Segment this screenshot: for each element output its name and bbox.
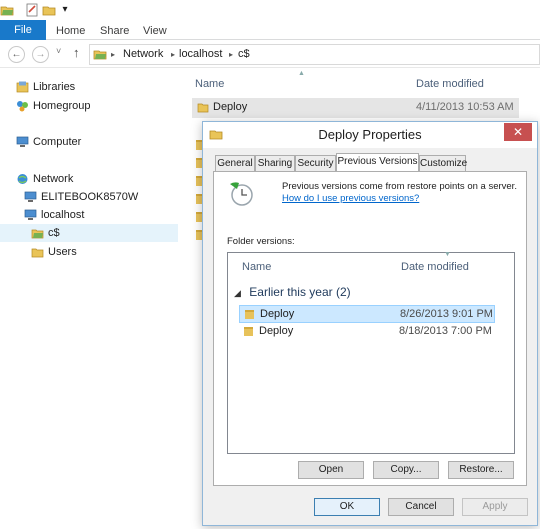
libraries-icon <box>16 81 29 93</box>
version-row[interactable]: Deploy 8/26/2013 9:01 PM <box>239 305 495 323</box>
sort-indicator-icon: ▼ <box>444 251 451 258</box>
sidebar-item-libraries[interactable]: Libraries <box>16 78 176 96</box>
tab-general[interactable]: General <box>215 155 255 171</box>
breadcrumb-separator[interactable]: ▸ <box>171 45 175 64</box>
file-name: Deploy <box>213 101 248 113</box>
sidebar-item-network[interactable]: Network <box>16 170 176 188</box>
folder-icon <box>245 310 254 319</box>
homegroup-icon <box>17 101 28 112</box>
sidebar-item-label: Network <box>33 173 74 185</box>
recent-locations-button[interactable]: ˅ <box>56 46 61 56</box>
tab-home[interactable]: Home <box>56 20 85 40</box>
previous-versions-description: Previous versions come from restore poin… <box>282 181 517 192</box>
help-link[interactable]: How do I use previous versions? <box>282 193 419 204</box>
breadcrumb-localhost[interactable]: localhost <box>179 45 222 64</box>
folder-icon <box>197 103 209 113</box>
sidebar-item-label: c$ <box>48 227 60 239</box>
app-folder-icon[interactable] <box>0 3 14 17</box>
address-bar[interactable]: ▸ Network ▸ localhost ▸ c$ <box>89 44 540 65</box>
sort-indicator-icon: ▲ <box>298 70 305 77</box>
tab-customize[interactable]: Customize <box>419 155 467 171</box>
computer-icon <box>16 136 29 147</box>
sidebar-item-homegroup[interactable]: Homegroup <box>16 97 176 115</box>
sidebar-item-label: Homegroup <box>33 100 91 112</box>
folder-icon <box>244 327 253 336</box>
navigation-pane: Libraries Homegroup Computer Network ELI… <box>0 70 180 529</box>
cancel-button[interactable]: Cancel <box>388 498 454 516</box>
dialog-titlebar[interactable]: Deploy Properties ✕ <box>203 122 537 148</box>
sidebar-item-label: Libraries <box>33 81 76 93</box>
file-date: 4/11/2013 10:53 AM <box>416 101 514 113</box>
sidebar-item-localhost[interactable]: localhost <box>24 206 176 224</box>
column-header-name[interactable]: Name <box>242 261 271 273</box>
tab-sharing[interactable]: Sharing <box>255 155 295 171</box>
sidebar-item-computer[interactable]: Computer <box>16 133 176 151</box>
ok-button[interactable]: OK <box>314 498 380 516</box>
tab-previous-versions[interactable]: Previous Versions <box>336 153 419 171</box>
version-date: 8/26/2013 9:01 PM <box>400 308 493 320</box>
sidebar-item-label: localhost <box>41 209 85 221</box>
tab-security[interactable]: Security <box>295 155 336 171</box>
group-collapse-icon[interactable]: ◢ <box>234 288 241 298</box>
breadcrumb-separator[interactable]: ▸ <box>229 45 233 64</box>
share-folder-icon <box>31 229 44 239</box>
computer-icon <box>24 191 37 202</box>
new-folder-icon[interactable] <box>42 3 56 17</box>
network-icon <box>17 174 28 184</box>
version-name: Deploy <box>260 308 295 320</box>
file-row[interactable]: Deploy 4/11/2013 10:53 AM <box>192 98 519 118</box>
sidebar-item-label: ELITEBOOK8570W <box>41 191 139 203</box>
navigation-bar: ← → ˅ ↑ ▸ Network ▸ localhost ▸ c$ <box>0 41 540 68</box>
quick-access-toolbar: ▾ <box>0 0 540 20</box>
properties-dialog: Deploy Properties ✕ General Sharing Secu… <box>202 121 538 526</box>
sidebar-item-c-share[interactable]: c$ <box>0 224 178 242</box>
open-button[interactable]: Open <box>298 461 364 479</box>
close-button[interactable]: ✕ <box>504 123 532 141</box>
group-label: Earlier this year (2) <box>249 285 351 299</box>
column-header-name[interactable]: Name <box>195 78 224 90</box>
properties-icon[interactable] <box>26 3 39 17</box>
tab-share[interactable]: Share <box>100 20 129 40</box>
forward-button[interactable]: → <box>32 46 49 63</box>
computer-icon <box>24 209 37 220</box>
previous-versions-panel: Previous versions come from restore poin… <box>213 171 527 486</box>
network-share-icon <box>93 50 107 60</box>
dialog-title: Deploy Properties <box>318 127 422 142</box>
sidebar-item-users[interactable]: Users <box>31 243 176 261</box>
version-row[interactable]: Deploy 8/18/2013 7:00 PM <box>239 323 495 341</box>
back-button[interactable]: ← <box>8 46 25 63</box>
sidebar-item-label: Users <box>48 246 77 258</box>
breadcrumb-share[interactable]: c$ <box>238 45 250 64</box>
column-header-date[interactable]: Date modified <box>401 261 469 273</box>
version-date: 8/18/2013 7:00 PM <box>399 325 492 337</box>
apply-button[interactable]: Apply <box>462 498 528 516</box>
restore-button[interactable]: Restore... <box>448 461 514 479</box>
version-name: Deploy <box>259 325 294 337</box>
folder-versions-label: Folder versions: <box>227 236 295 247</box>
restore-clock-icon <box>230 182 253 206</box>
up-button[interactable]: ↑ <box>73 45 80 60</box>
sidebar-item-label: Computer <box>33 136 82 148</box>
tab-file[interactable]: File <box>0 20 46 40</box>
breadcrumb-separator[interactable]: ▸ <box>111 45 115 64</box>
breadcrumb-network[interactable]: Network <box>123 45 163 64</box>
column-header-date[interactable]: Date modified <box>416 78 484 90</box>
folder-versions-list[interactable]: Name ▼ Date modified ◢ Earlier this year… <box>227 251 515 454</box>
qat-dropdown[interactable]: ▾ <box>60 3 70 17</box>
copy-button[interactable]: Copy... <box>373 461 439 479</box>
tab-view[interactable]: View <box>143 20 167 40</box>
sidebar-item-elitebook[interactable]: ELITEBOOK8570W <box>24 188 176 206</box>
folder-icon <box>31 248 44 258</box>
version-group-header[interactable]: ◢ Earlier this year (2) <box>234 285 351 299</box>
ribbon-tabs: File Home Share View <box>0 20 540 40</box>
